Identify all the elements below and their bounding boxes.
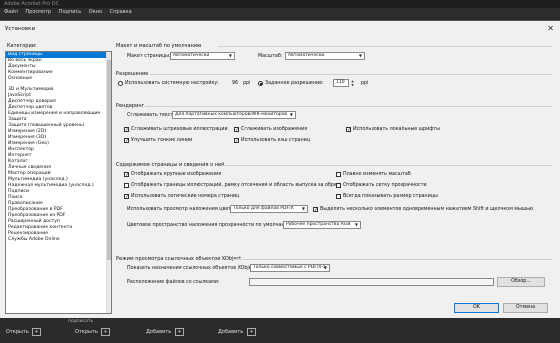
large-images-label: Отображать крупные изображения — [131, 172, 222, 177]
chevron-down-icon: ▼ — [289, 112, 293, 117]
open-button-label[interactable]: Открыть — [6, 329, 29, 335]
smooth-zoom-checkbox[interactable] — [336, 172, 341, 177]
add-icon[interactable]: + — [175, 328, 184, 336]
add-icon[interactable]: + — [101, 328, 110, 336]
smooth-images-checkbox[interactable]: ✓ — [234, 127, 239, 133]
page-content-section-title: Содержимое страницы и сведения о ней — [116, 162, 225, 168]
section-divider — [218, 46, 552, 47]
add-button-label[interactable]: Добавить — [146, 329, 171, 335]
categories-list[interactable]: Вид страницы Во весь экран Документы Ком… — [5, 51, 112, 314]
thin-lines-label: Улучшить тонкие линии — [131, 138, 193, 143]
ppi-label: ppi — [243, 81, 251, 86]
smooth-zoom-label: Плавно изменять масштаб — [343, 172, 411, 177]
transparency-grid-checkbox[interactable] — [336, 183, 341, 188]
menu-window[interactable]: Окно — [89, 9, 102, 15]
overprint-select[interactable]: Только для файлов PDF/X ▼ — [230, 205, 308, 213]
custom-resolution-radio[interactable] — [258, 81, 263, 86]
logical-pages-label: Использовать логические номера страниц — [131, 194, 240, 199]
line-art-label: Сглаживать штриховые иллюстрации — [131, 127, 228, 132]
linked-files-label: Расположение файлов со ссылками: — [127, 280, 220, 285]
page-cache-label: Использовать кэш страниц — [241, 138, 310, 143]
stepper-icon[interactable]: ▲ ▼ — [350, 79, 355, 87]
scrollbar-thumb[interactable] — [107, 60, 111, 260]
app-titlebar: Adobe Acrobat Pro DC — [0, 0, 560, 8]
app-title: Adobe Acrobat Pro DC — [4, 1, 60, 7]
page-layout-select[interactable]: Автоматически ▼ — [170, 52, 235, 60]
smooth-text-label: Сглаживать текст: — [127, 113, 175, 118]
logical-pages-checkbox[interactable]: ✓ — [124, 194, 129, 200]
menu-file[interactable]: Файл — [4, 9, 18, 15]
highlight-checkbox[interactable]: ✓ — [313, 207, 318, 213]
cancel-button[interactable]: Отмена — [503, 303, 548, 313]
xobject-section-title: Режим просмотра ссылочных объектов XObje… — [116, 256, 242, 262]
large-images-checkbox[interactable]: ✓ — [124, 172, 129, 178]
preferences-dialog: Установки ✕ Категории: Вид страницы Во в… — [0, 20, 560, 318]
sign-hint: подписать — [68, 319, 94, 324]
chevron-down-icon: ▼ — [354, 222, 358, 227]
section-divider — [150, 74, 552, 75]
section-divider — [232, 259, 552, 260]
page-size-label: Всегда показывать размер страницы — [343, 194, 438, 199]
menu-view[interactable]: Просмотр — [25, 9, 51, 15]
category-item[interactable]: Службы Adobe Online — [6, 237, 111, 243]
categories-scrollbar[interactable] — [106, 52, 111, 313]
chevron-down-icon: ▼ — [228, 53, 232, 58]
page-cache-checkbox[interactable]: ✓ — [234, 138, 239, 144]
xobject-show-label: Показать назначения ссылочных объектов X… — [127, 266, 258, 271]
browse-button[interactable]: Обзор... — [497, 277, 545, 287]
dialog-title: Установки — [5, 26, 36, 32]
bottom-toolbar: подписать Открыть + Открыть + Добавить +… — [0, 318, 560, 343]
categories-label: Категории: — [7, 43, 37, 49]
smooth-images-label: Сглаживать изображения — [241, 127, 308, 132]
local-fonts-checkbox[interactable]: ✓ — [346, 127, 351, 133]
system-resolution-radio[interactable] — [118, 81, 123, 86]
art-trim-label: Отображать границы иллюстраций, рамку от… — [131, 183, 340, 188]
smooth-text-select[interactable]: Для портативных компьютеров/ЖК-мониторов… — [172, 111, 296, 119]
zoom-label: Масштаб: — [258, 54, 283, 59]
add-button-label[interactable]: Добавить — [218, 329, 243, 335]
art-trim-checkbox[interactable] — [124, 183, 129, 188]
transparency-grid-label: Отображать сетку прозрачности — [343, 183, 427, 188]
system-resolution-label: Использовать системную настройку: — [125, 81, 219, 86]
system-resolution-value: 96 — [232, 81, 239, 86]
thin-lines-checkbox[interactable]: ✓ — [124, 138, 129, 144]
chevron-down-icon: ▼ — [323, 265, 327, 270]
zoom-select[interactable]: Автоматически ▼ — [285, 52, 365, 60]
section-divider — [222, 165, 552, 166]
chevron-down-icon: ▼ — [301, 206, 305, 211]
custom-resolution-input[interactable]: 110 — [333, 79, 349, 87]
menu-help[interactable]: Справка — [110, 9, 132, 15]
menu-sign[interactable]: Подпись — [59, 9, 82, 15]
add-icon[interactable]: + — [32, 328, 41, 336]
close-icon[interactable]: ✕ — [547, 24, 554, 33]
blend-space-select[interactable]: Рабочее пространство RGB ▼ — [283, 221, 361, 229]
page-size-checkbox[interactable] — [336, 194, 341, 199]
line-art-checkbox[interactable]: ✓ — [124, 127, 129, 133]
resolution-section-title: Разрешение — [116, 71, 149, 77]
rendering-section-title: Рендеринг — [116, 103, 145, 109]
xobject-show-select[interactable]: Только совместимые с PDF/X-5 ▼ — [250, 264, 330, 272]
open-button-label[interactable]: Открыть — [75, 329, 98, 335]
page-layout-label: Макет страницы: — [127, 54, 171, 59]
ppi-label: ppi — [361, 81, 369, 86]
chevron-down-icon: ▼ — [358, 53, 362, 58]
blend-space-label: Цветовое пространство наложения прозрачн… — [127, 223, 294, 228]
menu-bar: Файл Просмотр Подпись Окно Справка — [0, 8, 560, 17]
highlight-label: Выделять несколько элементов одновременн… — [320, 207, 534, 212]
layout-section-title: Макет и масштаб по умолчанию — [116, 43, 202, 49]
custom-resolution-label: Заданное разрешение: — [265, 81, 324, 86]
linked-files-input[interactable] — [249, 278, 494, 286]
overprint-label: Использовать просмотр наложения цветов: — [127, 207, 239, 212]
add-icon[interactable]: + — [247, 328, 256, 336]
ok-button[interactable]: OK — [454, 303, 499, 313]
local-fonts-label: Использовать локальные шрифты — [353, 127, 440, 132]
section-divider — [145, 106, 552, 107]
